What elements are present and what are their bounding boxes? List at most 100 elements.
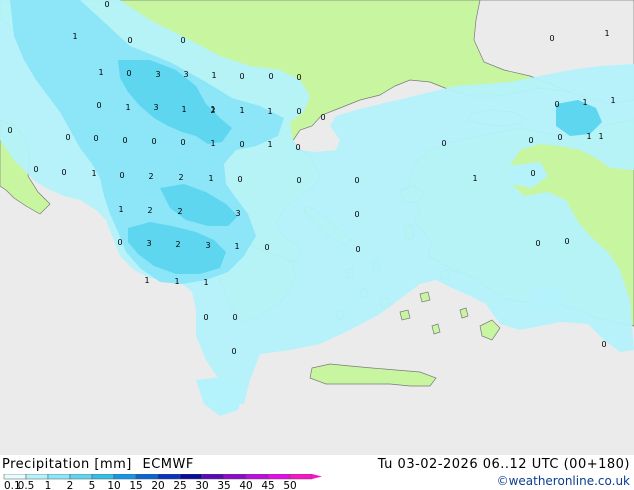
map-label: 1 bbox=[211, 71, 216, 80]
map-label: 0 bbox=[601, 340, 606, 349]
map-label: 2 bbox=[175, 240, 180, 249]
scale-swatch bbox=[157, 474, 181, 480]
map-label: 3 bbox=[183, 70, 188, 79]
map-label: 0 bbox=[126, 69, 131, 78]
source-credit[interactable]: ©weatheronline.co.uk bbox=[497, 474, 630, 488]
scale-swatch bbox=[113, 474, 137, 480]
map-label: 2 bbox=[147, 206, 152, 215]
map-label: 0 bbox=[295, 143, 300, 152]
map-label: 3 bbox=[205, 241, 210, 250]
scale-tick-label: 20 bbox=[151, 480, 164, 490]
scale-tick-label: 15 bbox=[129, 480, 142, 490]
scale-tick-label: 35 bbox=[217, 480, 230, 490]
map-label: 0 bbox=[151, 137, 156, 146]
scale-arrow-icon bbox=[312, 474, 322, 479]
scale-tick-label: 10 bbox=[107, 480, 120, 490]
map-label: 0 bbox=[557, 133, 562, 142]
scale-tick-label: 1 bbox=[45, 480, 52, 490]
map-label: 0 bbox=[203, 313, 208, 322]
map-label: 3 bbox=[153, 103, 158, 112]
map-label: 0 bbox=[232, 313, 237, 322]
map-label: 0 bbox=[296, 176, 301, 185]
scale-swatch bbox=[201, 474, 225, 480]
precipitation-map: 0 1 0 0 0 1 1 0 3 3 1 0 0 0 0 1 3 1 2 1 … bbox=[0, 0, 634, 455]
scale-swatch bbox=[223, 474, 247, 480]
footer: Precipitation [mm] ECMWF Tu 03-02-2026 0… bbox=[0, 455, 634, 490]
scale-swatch bbox=[25, 474, 49, 480]
map-label: 0 bbox=[180, 36, 185, 45]
scale-swatch bbox=[179, 474, 203, 480]
map-label: 1 bbox=[98, 68, 103, 77]
map-label: 1 bbox=[610, 96, 615, 105]
scale-swatch bbox=[69, 474, 93, 480]
map-label: 0 bbox=[296, 107, 301, 116]
map-label: 0 bbox=[564, 237, 569, 246]
land-island-5 bbox=[419, 291, 431, 303]
map-label: 0 bbox=[180, 138, 185, 147]
scale-tick-label: 25 bbox=[173, 480, 186, 490]
map-label: 1 bbox=[267, 140, 272, 149]
map-label: 0 bbox=[7, 126, 12, 135]
forecast-timestamp: Tu 03-02-2026 06..12 UTC (00+180) bbox=[377, 457, 630, 472]
model-name: ECMWF bbox=[142, 457, 194, 472]
map-label: 0 bbox=[264, 243, 269, 252]
scale-tick-label: 40 bbox=[239, 480, 252, 490]
scale-swatch bbox=[47, 474, 71, 480]
scale-tick-label: 2 bbox=[67, 480, 74, 490]
legend-title-text: Precipitation [mm] bbox=[2, 457, 132, 472]
map-label: 1 bbox=[118, 205, 123, 214]
map-label: 2 bbox=[148, 172, 153, 181]
map-label: 1 bbox=[210, 139, 215, 148]
map-label: 0 bbox=[127, 36, 132, 45]
scale-tick-label: 5 bbox=[89, 480, 96, 490]
map-label: 0 bbox=[237, 175, 242, 184]
map-label: 0 bbox=[268, 72, 273, 81]
scale-tick-label: 50 bbox=[283, 480, 296, 490]
map-label: 0 bbox=[117, 238, 122, 247]
map-label: 1 bbox=[472, 174, 477, 183]
map-label: 1 bbox=[210, 105, 215, 114]
map-label: 3 bbox=[155, 70, 160, 79]
map-label: 0 bbox=[354, 210, 359, 219]
map-label: 0 bbox=[528, 136, 533, 145]
map-label: 0 bbox=[33, 165, 38, 174]
map-label: 0 bbox=[355, 245, 360, 254]
map-label: 1 bbox=[72, 32, 77, 41]
map-label: 0 bbox=[61, 168, 66, 177]
scale-tick-label: 0.5 bbox=[18, 480, 35, 490]
map-label: 1 bbox=[586, 132, 591, 141]
map-label: 1 bbox=[239, 106, 244, 115]
map-label: 0 bbox=[549, 34, 554, 43]
map-label: 3 bbox=[235, 209, 240, 218]
map-label: 0 bbox=[320, 113, 325, 122]
map-label: 0 bbox=[441, 139, 446, 148]
color-scale-bar: 0.10.5 1 2 5 10 15 20 25 30 35 40 45 50 bbox=[3, 474, 322, 490]
scale-swatch bbox=[267, 474, 291, 480]
map-label: 1 bbox=[598, 132, 603, 141]
map-label: 2 bbox=[178, 173, 183, 182]
map-label: 0 bbox=[535, 239, 540, 248]
map-label: 1 bbox=[181, 105, 186, 114]
scale-swatch bbox=[245, 474, 269, 480]
scale-swatch bbox=[91, 474, 115, 480]
map-label: 1 bbox=[267, 107, 272, 116]
scale-tick-label: 45 bbox=[261, 480, 274, 490]
scale-swatch bbox=[289, 474, 313, 480]
map-label: 1 bbox=[582, 98, 587, 107]
scale-swatch bbox=[135, 474, 159, 480]
map-label: 0 bbox=[104, 0, 109, 9]
map-label: 1 bbox=[125, 103, 130, 112]
map-label: 0 bbox=[122, 136, 127, 145]
map-label: 1 bbox=[203, 278, 208, 287]
map-label: 0 bbox=[119, 171, 124, 180]
map-label: 0 bbox=[554, 100, 559, 109]
map-label: 1 bbox=[174, 277, 179, 286]
map-label: 1 bbox=[208, 174, 213, 183]
map-label: 0 bbox=[96, 101, 101, 110]
map-label: 0 bbox=[239, 72, 244, 81]
map-label: 0 bbox=[65, 133, 70, 142]
scale-swatch bbox=[3, 474, 27, 480]
map-label: 0 bbox=[354, 176, 359, 185]
map-label: 2 bbox=[177, 207, 182, 216]
map-label: 0 bbox=[530, 169, 535, 178]
